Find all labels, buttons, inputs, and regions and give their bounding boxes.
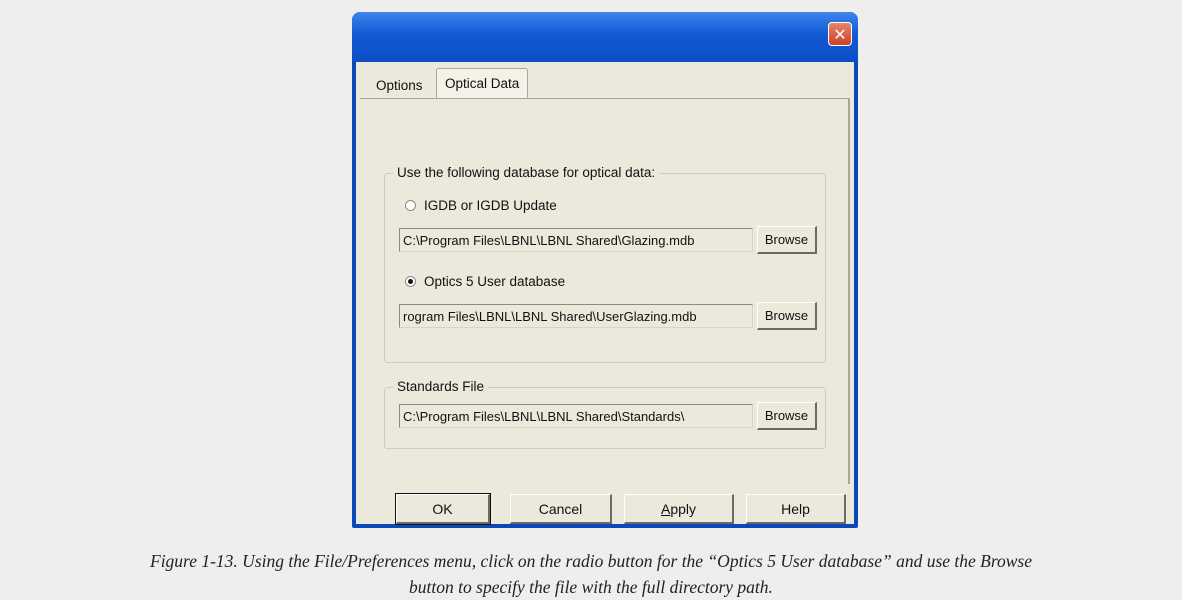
title-bar[interactable]: ✕: [352, 12, 858, 62]
database-group-legend: Use the following database for optical d…: [393, 165, 660, 180]
preferences-dialog: ✕ Options Optical Data Use the following…: [352, 12, 858, 528]
dialog-client-area: Options Optical Data Use the following d…: [356, 62, 854, 525]
figure-caption: Figure 1-13. Using the File/Preferences …: [0, 548, 1182, 600]
caption-line-2: button to specify the file with the full…: [409, 577, 773, 597]
radio-igdb-circle[interactable]: [405, 200, 416, 211]
close-button[interactable]: ✕: [828, 22, 852, 46]
close-icon: ✕: [833, 25, 847, 44]
standards-group: Standards File C:\Program Files\LBNL\LBN…: [384, 379, 826, 449]
standards-group-legend: Standards File: [393, 379, 489, 394]
radio-user-db[interactable]: Optics 5 User database: [405, 274, 565, 289]
apply-button[interactable]: Apply: [624, 494, 734, 524]
user-db-path-field[interactable]: rogram Files\LBNL\LBNL Shared\UserGlazin…: [399, 304, 753, 328]
apply-mnemonic: A: [660, 501, 671, 517]
optical-data-panel: Use the following database for optical d…: [360, 98, 850, 484]
radio-user-db-circle[interactable]: [405, 276, 416, 287]
igdb-path-field[interactable]: C:\Program Files\LBNL\LBNL Shared\Glazin…: [399, 228, 753, 252]
radio-user-db-label: Optics 5 User database: [424, 274, 566, 289]
radio-igdb[interactable]: IGDB or IGDB Update: [405, 198, 557, 213]
igdb-browse-button[interactable]: Browse: [757, 226, 817, 254]
database-group: Use the following database for optical d…: [384, 165, 826, 363]
tab-options[interactable]: Options: [376, 78, 423, 93]
tab-optical-data[interactable]: Optical Data: [436, 68, 529, 102]
help-button[interactable]: Help: [746, 494, 846, 524]
caption-line-1: Figure 1-13. Using the File/Preferences …: [150, 551, 1032, 571]
radio-igdb-label: IGDB or IGDB Update: [424, 198, 557, 213]
apply-label-rest: pply: [670, 501, 697, 517]
standards-path-field[interactable]: C:\Program Files\LBNL\LBNL Shared\Standa…: [399, 404, 753, 428]
standards-browse-button[interactable]: Browse: [757, 402, 817, 430]
user-db-browse-button[interactable]: Browse: [757, 302, 817, 330]
cancel-button[interactable]: Cancel: [510, 494, 612, 524]
ok-button[interactable]: OK: [395, 493, 491, 525]
